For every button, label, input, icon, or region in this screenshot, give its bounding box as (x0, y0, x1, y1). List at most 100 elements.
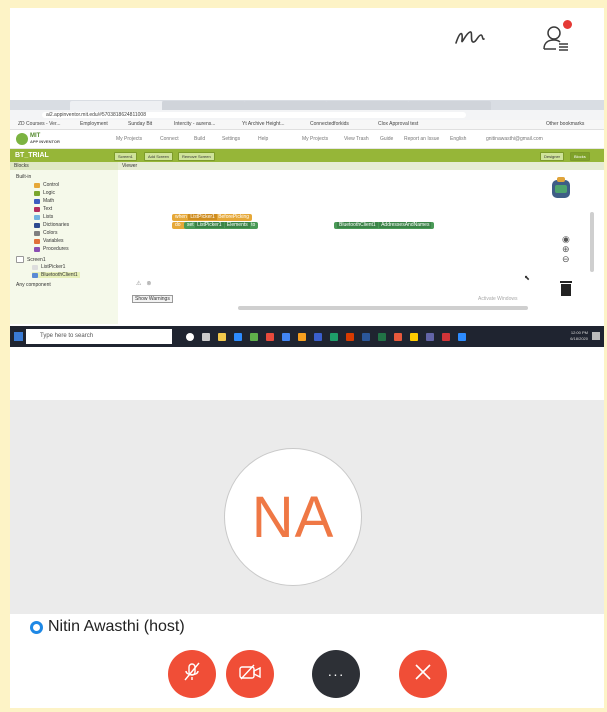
leave-meeting-button[interactable] (399, 650, 447, 698)
taskbar-app-icon[interactable] (314, 333, 322, 341)
tree-item[interactable]: Dictionaries (34, 222, 69, 228)
tree-item[interactable]: Text (34, 206, 52, 212)
top-toolbar (10, 8, 604, 98)
zoom-app-icon[interactable] (458, 333, 466, 341)
bookmark[interactable]: Intercity - aurens... (174, 121, 215, 127)
browser-tab[interactable] (244, 101, 327, 110)
chrome-icon[interactable] (282, 333, 290, 341)
browser-tab[interactable] (326, 101, 409, 110)
mute-button[interactable] (168, 650, 216, 698)
add-screen-button[interactable]: Add Screen (144, 152, 173, 161)
project-name: BT_TRIAL (15, 152, 49, 159)
bookmark[interactable]: Employment (80, 121, 108, 127)
app-inventor-logo-text: MIT APP INVENTOR (30, 133, 60, 144)
taskbar-app-icon[interactable] (330, 333, 338, 341)
browser-tab[interactable] (162, 101, 245, 110)
taskbar-app-icon[interactable] (426, 333, 434, 341)
shared-screen: ai2.appinventor.mit.edu/#570381862481100… (10, 100, 604, 347)
backpack-icon[interactable] (548, 176, 574, 200)
taskbar-app-icon[interactable] (266, 333, 274, 341)
taskview-icon[interactable] (202, 333, 210, 341)
bookmark[interactable]: ZD Courses - Ver... (18, 121, 61, 127)
tree-item[interactable]: Colors (34, 230, 57, 236)
tree-item[interactable]: Variables (34, 238, 63, 244)
cortana-icon[interactable] (186, 333, 194, 341)
menu-view-trash[interactable]: View Trash (344, 136, 369, 142)
menu-account[interactable]: gnitinawasthi@gmail.com (486, 136, 543, 142)
tree-item[interactable]: Procedures (34, 246, 69, 252)
tree-item[interactable]: Control (34, 182, 59, 188)
remove-screen-button[interactable]: Remove Screen (178, 152, 215, 161)
taskbar-app-icon[interactable] (234, 333, 242, 341)
meeting-window: ai2.appinventor.mit.edu/#570381862481100… (10, 8, 604, 708)
taskbar-app-icon[interactable] (410, 333, 418, 341)
horizontal-scrollbar[interactable] (238, 306, 528, 310)
avatar-initials: NA (251, 484, 335, 550)
menu-my-projects[interactable]: My Projects (116, 136, 142, 142)
bookmark[interactable]: Other bookmarks (546, 121, 584, 127)
more-options-button[interactable]: ··· (312, 650, 360, 698)
taskbar-app-icon[interactable] (378, 333, 386, 341)
browser-tab[interactable] (70, 101, 163, 110)
windows-start-icon[interactable] (14, 332, 23, 341)
blocks-viewer: Viewer when ListPicker1 BeforePicking do… (118, 162, 604, 324)
browser-tab-strip (10, 100, 604, 110)
designer-button[interactable]: Designer (540, 152, 565, 161)
tree-item[interactable]: Math (34, 198, 54, 204)
bookmark[interactable]: Clox Approval test (378, 121, 418, 127)
taskbar-app-icon[interactable] (298, 333, 306, 341)
file-explorer-icon[interactable] (218, 333, 226, 341)
tree-item[interactable]: Logic (34, 190, 55, 196)
menu-connect[interactable]: Connect (160, 136, 179, 142)
tree-item[interactable]: ListPicker1 (32, 264, 65, 270)
tree-item[interactable]: Built-in (16, 174, 31, 180)
bookmark[interactable]: Sunday Bit (128, 121, 152, 127)
setter-block[interactable]: set ListPicker1 Elements to (184, 222, 259, 229)
taskbar-app-icon[interactable] (362, 333, 370, 341)
blocks-panel-header: Blocks (10, 162, 118, 170)
taskbar-app-icon[interactable] (442, 333, 450, 341)
menu-english[interactable]: English (450, 136, 466, 142)
tree-item[interactable]: BluetoothClient1 (32, 272, 80, 278)
bookmark[interactable]: Yt Archive Height... (242, 121, 285, 127)
bookmark[interactable]: Connectedforkids (310, 121, 349, 127)
bookmarks-bar: ZD Courses - Ver... Employment Sunday Bi… (10, 120, 604, 130)
taskbar-clock[interactable]: 12:00 PM 6/18/2020 (570, 330, 588, 342)
menu-help[interactable]: Help (258, 136, 268, 142)
viewer-header: Viewer (118, 162, 604, 170)
screen1-dropdown[interactable]: Screen1 (114, 152, 137, 161)
show-warnings-button[interactable]: Show Warnings (132, 295, 173, 303)
squiggle-pen-icon[interactable] (450, 18, 490, 58)
cursor-icon: ⬉ (524, 275, 530, 282)
tree-item[interactable]: Any component (16, 282, 51, 288)
menu-report-issue[interactable]: Report an Issue (404, 136, 439, 142)
menu-settings[interactable]: Settings (222, 136, 240, 142)
trash-icon[interactable] (559, 280, 573, 296)
notifications-icon[interactable] (592, 332, 600, 340)
video-off-icon (237, 660, 263, 689)
url-field[interactable]: ai2.appinventor.mit.edu/#570381862481100… (42, 112, 466, 118)
blocks-button[interactable]: Blocks (570, 152, 590, 161)
warning-indicators: ⚠ ⊗ (136, 281, 152, 287)
mic-off-icon (180, 660, 204, 689)
menu-build[interactable]: Build (194, 136, 205, 142)
event-block[interactable]: when ListPicker1 BeforePicking (172, 214, 253, 221)
center-icon[interactable]: ◉ (562, 234, 570, 244)
taskbar-search[interactable]: Type here to search (26, 329, 172, 344)
getter-block[interactable]: BluetoothClient1 AddressesAndNames (334, 222, 435, 229)
zoom-in-icon[interactable]: ⊕ (562, 244, 570, 254)
zoom-out-icon[interactable]: ⊖ (562, 254, 570, 264)
taskbar-app-icon[interactable] (394, 333, 402, 341)
windows-taskbar: Type here to search 12:00 PM 6/18/2020 (10, 326, 604, 347)
participant-name-bar: Nitin Awasthi (host) (10, 614, 604, 640)
taskbar-app-icon[interactable] (250, 333, 258, 341)
vertical-scrollbar[interactable] (590, 212, 594, 272)
taskbar-app-icon[interactable] (346, 333, 354, 341)
participants-icon[interactable] (536, 18, 576, 58)
video-button[interactable] (226, 650, 274, 698)
menu-my-projects-right[interactable]: My Projects (302, 136, 328, 142)
menu-guide[interactable]: Guide (380, 136, 393, 142)
tree-item[interactable]: Screen1 (16, 256, 46, 263)
tree-item[interactable]: Lists (34, 214, 53, 220)
browser-tab[interactable] (408, 101, 491, 110)
